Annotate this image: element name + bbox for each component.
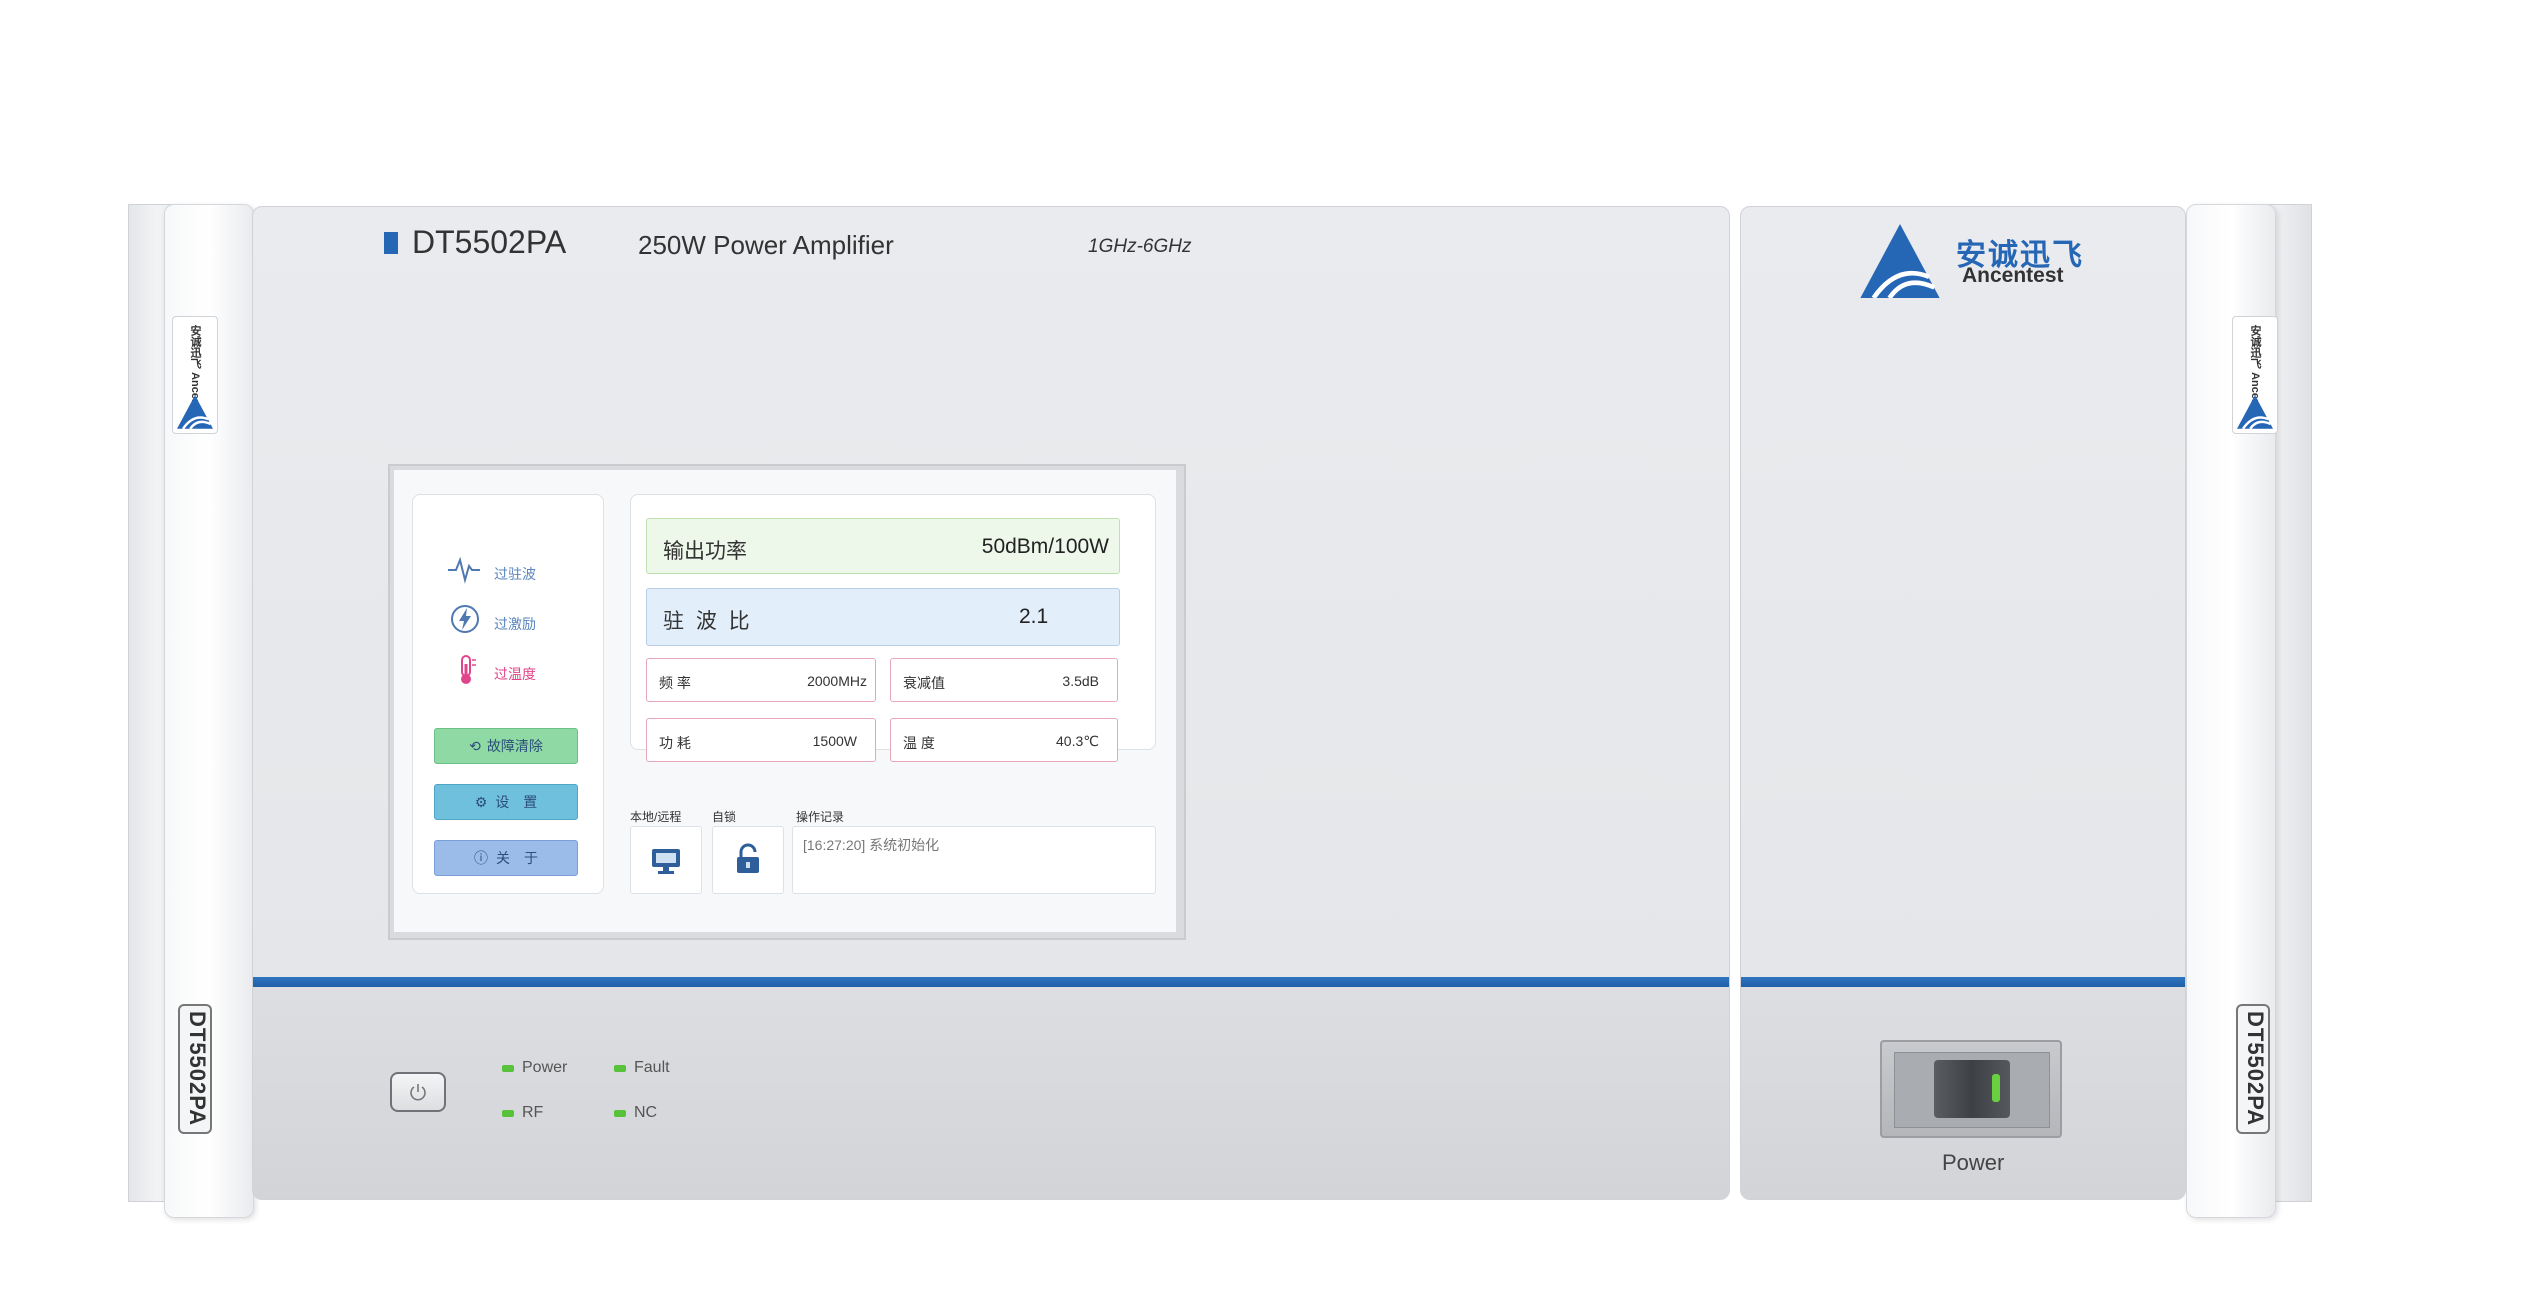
ancentest-logo-icon xyxy=(2237,395,2273,429)
temperature-value: 40.3℃ xyxy=(1056,733,1099,749)
output-power-box: 输出功率 50dBm/100W xyxy=(646,518,1120,574)
attenuation-label: 衰减值 xyxy=(903,675,945,691)
ear-badge-cn: 安诚迅飞 xyxy=(189,325,201,369)
alarm-overdrive-label: 过激励 xyxy=(494,616,536,632)
about-button[interactable]: ⓘ 关 于 xyxy=(434,840,578,876)
brand-name-en: Ancentest xyxy=(1962,264,2064,287)
standby-power-button[interactable] xyxy=(390,1072,446,1112)
fault-led xyxy=(614,1065,626,1072)
power-consumption-label: 功 耗 xyxy=(659,735,691,751)
alarm-overvswr-label: 过驻波 xyxy=(494,566,536,582)
fault-clear-label: 故障清除 xyxy=(486,738,543,754)
power-switch-housing xyxy=(1880,1040,2062,1138)
info-icon: ⓘ xyxy=(474,850,488,866)
nc-led xyxy=(614,1110,626,1117)
power-led xyxy=(502,1065,514,1072)
touch-screen[interactable]: 过驻波 过激励 过温度 ⟲ 故障清除 ⚙ 设 置 ⓘ 关 于 输出功率 50dBm/1… xyxy=(394,470,1176,932)
log-label: 操作记录 xyxy=(796,810,845,824)
thermometer-icon xyxy=(461,655,476,684)
local-remote-label: 本地/远程 xyxy=(630,810,682,824)
rf-led xyxy=(502,1110,514,1117)
clear-icon: ⟲ xyxy=(469,738,481,754)
temperature-box: 温 度 40.3℃ xyxy=(890,718,1118,762)
power-icon xyxy=(410,1084,426,1101)
about-label: 关 于 xyxy=(496,850,538,866)
power-consumption-value: 1500W xyxy=(812,733,857,749)
temperature-label: 温 度 xyxy=(903,735,935,751)
ear-badge-cn: 安诚迅飞 xyxy=(2249,325,2261,369)
power-consumption-box: 功 耗 1500W xyxy=(646,718,876,762)
frequency-value: 2000MHz xyxy=(807,673,867,689)
settings-label: 设 置 xyxy=(495,794,538,810)
ancentest-logo-icon xyxy=(1860,224,1940,298)
right-model-label: DT5502PA xyxy=(2236,1004,2270,1134)
right-blue-stripe xyxy=(1741,977,2185,987)
model-marker xyxy=(384,232,398,254)
vswr-box: 驻 波 比 2.1 xyxy=(646,588,1120,646)
power-rocker-switch[interactable] xyxy=(1934,1060,2010,1118)
lock-toggle[interactable] xyxy=(712,826,784,894)
product-description: 250W Power Amplifier xyxy=(638,230,894,260)
gear-icon: ⚙ xyxy=(474,794,488,810)
fault-led-label: Fault xyxy=(634,1059,670,1076)
log-entry: [16:27:20] 系统初始化 xyxy=(803,837,940,853)
nc-led-label: NC xyxy=(634,1104,658,1121)
model-title: DT5502PA xyxy=(412,224,567,260)
power-led-label: Power xyxy=(522,1059,568,1076)
frequency-label: 频 率 xyxy=(659,675,691,691)
lock-label: 自锁 xyxy=(712,810,737,824)
local-remote-toggle[interactable] xyxy=(630,826,702,894)
monitor-icon xyxy=(652,849,680,874)
waveform-icon xyxy=(448,556,480,584)
lock-icon xyxy=(737,843,759,873)
ancentest-logo-icon xyxy=(177,395,213,429)
settings-button[interactable]: ⚙ 设 置 xyxy=(434,784,578,820)
main-blue-stripe xyxy=(253,977,1729,987)
lightning-icon xyxy=(451,605,479,633)
attenuation-value: 3.5dB xyxy=(1062,673,1099,689)
power-switch-label: Power xyxy=(1942,1150,2005,1175)
output-power-label: 输出功率 xyxy=(663,540,747,563)
alarm-panel xyxy=(412,494,604,894)
frequency-box: 频 率 2000MHz xyxy=(646,658,876,702)
fault-clear-button[interactable]: ⟲ 故障清除 xyxy=(434,728,578,764)
rf-led-label: RF xyxy=(522,1104,544,1121)
right-ear-badge: 安诚迅飞 Ancentest xyxy=(2232,316,2278,434)
main-lower-section xyxy=(253,985,1729,1199)
left-ear-badge: 安诚迅飞 Ancentest xyxy=(172,316,218,434)
alarm-overtemp-label: 过温度 xyxy=(494,666,536,682)
vswr-value: 2.1 xyxy=(1019,605,1049,628)
left-model-label: DT5502PA xyxy=(178,1004,212,1134)
operation-log[interactable]: [16:27:20] 系统初始化 xyxy=(792,826,1156,894)
power-switch-indicator xyxy=(1992,1074,2000,1102)
output-power-value: 50dBm/100W xyxy=(981,535,1109,558)
vswr-label: 驻 波 比 xyxy=(663,610,753,633)
frequency-range: 1GHz-6GHz xyxy=(1088,236,1192,257)
attenuation-box: 衰减值 3.5dB xyxy=(890,658,1118,702)
